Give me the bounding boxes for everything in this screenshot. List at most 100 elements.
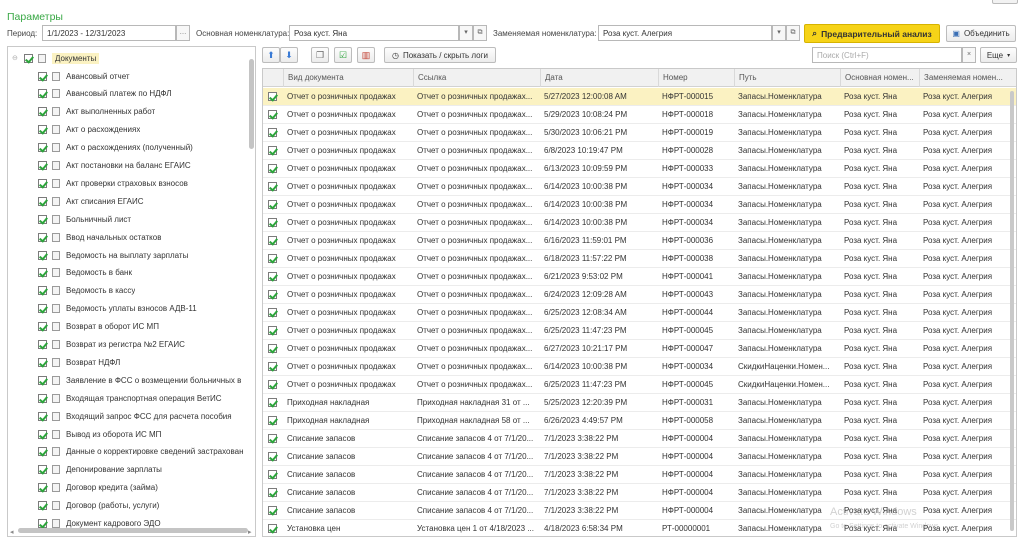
- tree-item-checkbox[interactable]: [38, 143, 47, 153]
- tree-item-checkbox[interactable]: [38, 304, 47, 314]
- tree-item-checkbox[interactable]: [38, 232, 47, 242]
- period-field[interactable]: 1/1/2023 - 12/31/2023: [42, 25, 176, 41]
- tree-item-checkbox[interactable]: [38, 125, 47, 135]
- tree-item-checkbox[interactable]: [38, 107, 47, 117]
- column-header[interactable]: Ссылка: [413, 69, 540, 87]
- tree-root-checkbox[interactable]: [24, 53, 33, 63]
- column-header[interactable]: Основная номен...: [840, 69, 919, 87]
- row-checkbox[interactable]: [268, 200, 277, 209]
- tree-item-checkbox[interactable]: [38, 519, 47, 528]
- preview-analysis-button[interactable]: ⌕ Предварительный анализ: [804, 24, 940, 43]
- tree-item[interactable]: Акт о расхождениях: [8, 121, 248, 139]
- table-row[interactable]: Отчет о розничных продажах Отчет о рознич…: [263, 268, 1016, 286]
- tree-item-checkbox[interactable]: [38, 178, 47, 188]
- tree-item-checkbox[interactable]: [38, 71, 47, 81]
- tree-item[interactable]: Договор кредита (займа): [8, 479, 248, 497]
- tree-item[interactable]: Ввод начальных остатков: [8, 228, 248, 246]
- tree-item[interactable]: Возврат в оборот ИС МП: [8, 318, 248, 336]
- row-checkbox[interactable]: [268, 380, 277, 389]
- table-row[interactable]: Отчет о розничных продажах Отчет о рознич…: [263, 160, 1016, 178]
- row-checkbox[interactable]: [268, 470, 277, 479]
- row-checkbox[interactable]: [268, 488, 277, 497]
- row-checkbox[interactable]: [268, 128, 277, 137]
- row-checkbox[interactable]: [268, 308, 277, 317]
- row-checkbox[interactable]: [268, 92, 277, 101]
- table-row[interactable]: Отчет о розничных продажах Отчет о рознич…: [263, 178, 1016, 196]
- search-input[interactable]: Поиск (Ctrl+F): [812, 47, 962, 63]
- table-vertical-scrollbar[interactable]: [1010, 91, 1014, 531]
- row-checkbox[interactable]: [268, 146, 277, 155]
- row-checkbox[interactable]: [268, 506, 277, 515]
- tree-item[interactable]: Заявление в ФСС о возмещении больничных …: [8, 371, 248, 389]
- table-row[interactable]: Отчет о розничных продажах Отчет о рознич…: [263, 358, 1016, 376]
- table-row[interactable]: Отчет о розничных продажах Отчет о рознич…: [263, 142, 1016, 160]
- tree-item[interactable]: Вывод из оборота ИС МП: [8, 425, 248, 443]
- table-row[interactable]: Отчет о розничных продажах Отчет о рознич…: [263, 106, 1016, 124]
- column-header[interactable]: Номер: [658, 69, 734, 87]
- row-checkbox[interactable]: [268, 398, 277, 407]
- row-checkbox[interactable]: [268, 110, 277, 119]
- row-checkbox[interactable]: [268, 326, 277, 335]
- tree-vertical-scrollbar[interactable]: [249, 59, 254, 149]
- replaced-item-dropdown-button[interactable]: ▾: [772, 25, 786, 41]
- tree-item-checkbox[interactable]: [38, 196, 47, 206]
- tree-item-checkbox[interactable]: [38, 483, 47, 493]
- merge-button[interactable]: ▣ Объединить: [946, 25, 1016, 42]
- row-checkbox[interactable]: [268, 182, 277, 191]
- tree-item[interactable]: Ведомость на выплату зарплаты: [8, 246, 248, 264]
- table-row[interactable]: Отчет о розничных продажах Отчет о рознич…: [263, 304, 1016, 322]
- table-row[interactable]: Отчет о розничных продажах Отчет о рознич…: [263, 250, 1016, 268]
- tree-item-checkbox[interactable]: [38, 429, 47, 439]
- tree-item[interactable]: Акт о расхождениях (полученный): [8, 139, 248, 157]
- table-row[interactable]: Отчет о розничных продажах Отчет о рознич…: [263, 232, 1016, 250]
- tree-item[interactable]: Договор (работы, услуги): [8, 497, 248, 515]
- tree-item[interactable]: Акт списания ЕГАИС: [8, 192, 248, 210]
- main-item-dropdown-button[interactable]: ▾: [459, 25, 473, 41]
- table-row[interactable]: Отчет о розничных продажах Отчет о рознич…: [263, 196, 1016, 214]
- table-row[interactable]: Списание запасов Списание запасов 4 от 7/…: [263, 484, 1016, 502]
- column-header[interactable]: Путь: [734, 69, 840, 87]
- tree-item[interactable]: Ведомость в банк: [8, 264, 248, 282]
- tree-item-checkbox[interactable]: [38, 375, 47, 385]
- row-checkbox[interactable]: [268, 164, 277, 173]
- row-checkbox[interactable]: [268, 434, 277, 443]
- main-item-field[interactable]: Роза куст. Яна: [289, 25, 459, 41]
- tree-item[interactable]: Возврат НДФЛ: [8, 353, 248, 371]
- table-row[interactable]: Списание запасов Списание запасов 4 от 7/…: [263, 430, 1016, 448]
- tree-item[interactable]: Данные о корректировке сведений застрахо…: [8, 443, 248, 461]
- tree-item[interactable]: Ведомость в кассу: [8, 282, 248, 300]
- row-checkbox[interactable]: [268, 362, 277, 371]
- toggle-logs-button[interactable]: ◷ Показать / скрыть логи: [384, 47, 496, 63]
- tree-root[interactable]: ⊖ Документы: [8, 49, 248, 67]
- tree-horizontal-scrollbar[interactable]: [18, 528, 248, 533]
- tree-item[interactable]: Акт выполненных работ: [8, 103, 248, 121]
- period-select-button[interactable]: …: [176, 25, 190, 41]
- tree-item-checkbox[interactable]: [38, 322, 47, 332]
- copy-button[interactable]: ❐: [311, 47, 329, 63]
- table-row[interactable]: Списание запасов Списание запасов 4 от 7/…: [263, 448, 1016, 466]
- main-item-open-button[interactable]: ⧉: [473, 25, 487, 41]
- row-checkbox[interactable]: [268, 452, 277, 461]
- results-table[interactable]: Вид документа Ссылка Дата Номер Путь Основная…: [262, 68, 1017, 537]
- tree-item[interactable]: Ведомость уплаты взносов АДВ-11: [8, 300, 248, 318]
- tree-item-checkbox[interactable]: [38, 393, 47, 403]
- tree-item[interactable]: Возврат из регистра №2 ЕГАИС: [8, 336, 248, 354]
- column-header[interactable]: Вид документа: [283, 69, 413, 87]
- search-clear-button[interactable]: ×: [962, 47, 976, 63]
- tree-item-checkbox[interactable]: [38, 357, 47, 367]
- column-header[interactable]: Заменяемая номен...: [919, 69, 1014, 87]
- tree-item[interactable]: Больничный лист: [8, 210, 248, 228]
- replaced-item-open-button[interactable]: ⧉: [786, 25, 800, 41]
- tree-item-checkbox[interactable]: [38, 161, 47, 170]
- row-checkbox[interactable]: [268, 416, 277, 425]
- row-checkbox[interactable]: [268, 254, 277, 263]
- row-checkbox[interactable]: [268, 218, 277, 227]
- move-down-button[interactable]: ⬇: [280, 47, 298, 63]
- scroll-right-icon[interactable]: ▸: [248, 528, 252, 536]
- tree-item-checkbox[interactable]: [38, 447, 47, 457]
- tree-item-checkbox[interactable]: [38, 411, 47, 421]
- check-all-button[interactable]: ☑: [334, 47, 352, 63]
- tree-item-checkbox[interactable]: [38, 268, 47, 278]
- row-checkbox[interactable]: [268, 290, 277, 299]
- table-row[interactable]: Отчет о розничных продажах Отчет о рознич…: [263, 88, 1016, 106]
